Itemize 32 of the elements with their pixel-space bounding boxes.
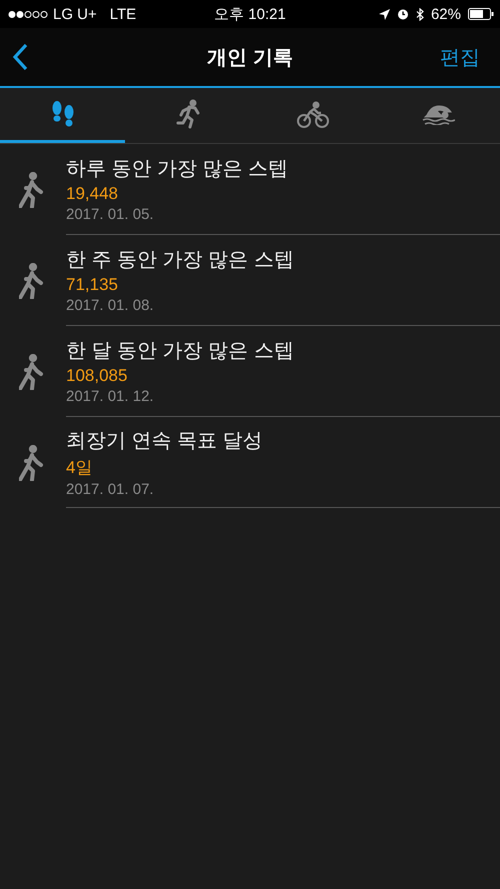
walker-icon bbox=[19, 354, 45, 390]
battery-percentage: 62% bbox=[430, 6, 461, 22]
record-date: 2017. 01. 12. bbox=[66, 388, 155, 405]
record-date: 2017. 01. 07. bbox=[66, 480, 155, 498]
cyclist-icon bbox=[296, 100, 328, 128]
walker-icon bbox=[19, 262, 45, 298]
record-title: 한 달 동안 가장 많은 스텝 bbox=[66, 339, 295, 364]
record-date: 2017. 01. 08. bbox=[66, 297, 155, 314]
record-title: 한 주 동안 가장 많은 스텝 bbox=[66, 248, 295, 273]
signal-icon bbox=[8, 10, 48, 18]
runner-icon bbox=[176, 99, 200, 129]
walker-icon bbox=[19, 444, 45, 480]
record-title: 최장기 연속 목표 달성 bbox=[66, 428, 264, 454]
back-button[interactable] bbox=[12, 43, 28, 71]
swimmer-icon bbox=[420, 103, 454, 125]
footprints-icon bbox=[50, 100, 76, 128]
location-icon bbox=[378, 8, 390, 20]
clock: 오후 10:21 bbox=[214, 4, 286, 24]
carrier-label: LG U+ bbox=[53, 6, 97, 22]
edit-button[interactable]: 편집 bbox=[440, 44, 480, 70]
screen-title: 개인 기록 bbox=[207, 46, 293, 70]
record-value: 71,135 bbox=[66, 275, 119, 295]
network-label: LTE bbox=[110, 6, 136, 22]
record-title: 하루 동안 가장 많은 스텝 bbox=[66, 157, 290, 182]
alarm-icon bbox=[396, 8, 409, 20]
walker-icon bbox=[19, 172, 45, 208]
battery-icon bbox=[468, 8, 494, 20]
bluetooth-icon bbox=[416, 8, 424, 20]
record-value: 4일 bbox=[66, 456, 94, 478]
record-date: 2017. 01. 05. bbox=[66, 206, 155, 223]
record-value: 108,085 bbox=[66, 366, 128, 386]
record-value: 19,448 bbox=[66, 184, 119, 204]
